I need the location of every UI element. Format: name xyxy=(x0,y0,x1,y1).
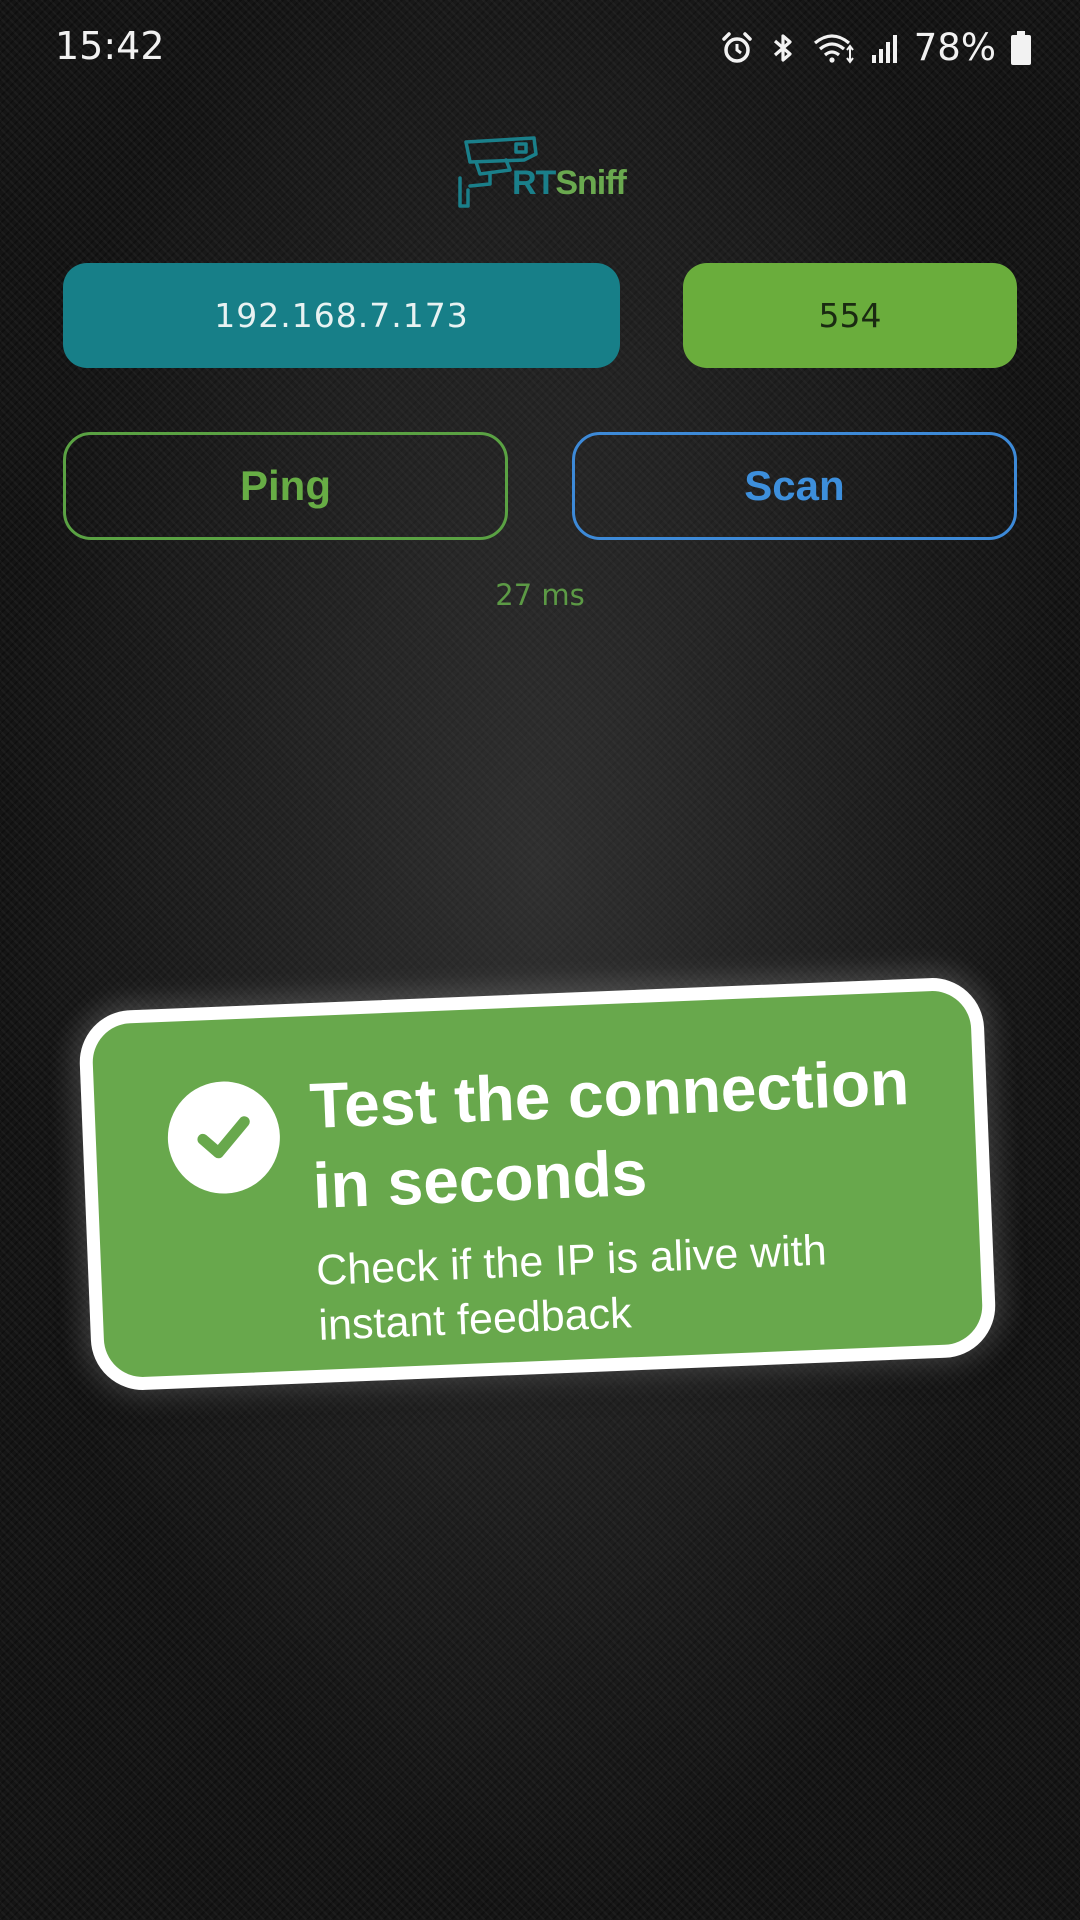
scan-button-label: Scan xyxy=(744,462,845,509)
app-name-prefix: RT xyxy=(512,164,556,202)
signal-icon xyxy=(870,31,900,65)
ping-button-label: Ping xyxy=(240,462,331,509)
app-logo: RTSniff xyxy=(456,134,636,214)
battery-percent: 78% xyxy=(913,26,996,69)
app-name: RTSniff xyxy=(512,164,627,203)
ip-address-field[interactable] xyxy=(63,263,620,368)
battery-icon xyxy=(1010,30,1032,66)
alarm-icon xyxy=(720,31,754,65)
promo-title: Test the connection in seconds xyxy=(308,1046,911,1222)
scan-button[interactable]: Scan xyxy=(572,432,1017,540)
status-icons: 78% xyxy=(720,26,1032,69)
status-bar: 15:42 78% xyxy=(0,0,1080,100)
status-time: 15:42 xyxy=(55,24,165,68)
ping-result: 27 ms xyxy=(495,578,585,612)
promo-subtitle: Check if the IP is alive with instant fe… xyxy=(315,1226,828,1350)
bluetooth-icon xyxy=(768,31,798,65)
port-field[interactable] xyxy=(683,263,1017,368)
promo-banner: Test the connection in seconds Check if … xyxy=(77,975,998,1393)
ping-button[interactable]: Ping xyxy=(63,432,508,540)
app-name-suffix: Sniff xyxy=(555,164,627,202)
wifi-icon xyxy=(812,31,856,65)
check-circle-icon xyxy=(165,1079,283,1196)
